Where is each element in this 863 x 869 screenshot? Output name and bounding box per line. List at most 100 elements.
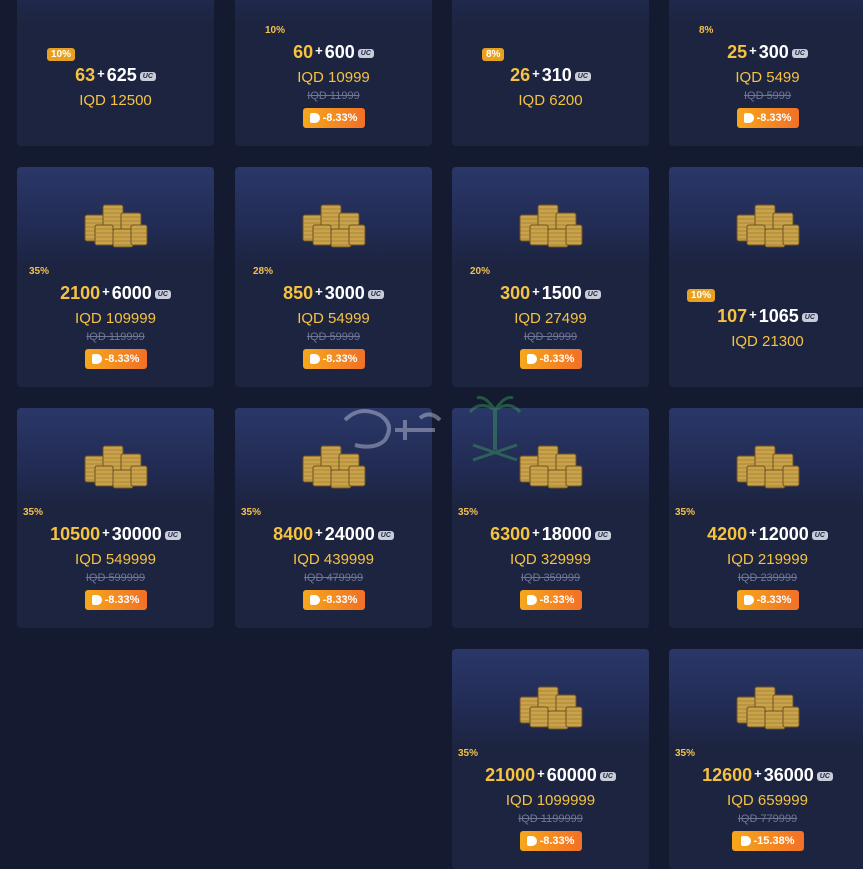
plus-sign: +: [532, 525, 540, 540]
base-uc-amount: 8400: [273, 524, 314, 544]
uc-package-card[interactable]: 35% 21000 +60000 UC IQD 1099999 IQD 1199999 -8…: [452, 649, 649, 869]
uc-amount: 63 +625 UC: [17, 65, 214, 86]
uc-package-card[interactable]: 8% 25 +300 UC IQD 5499 IQD 5999 -8.33%: [669, 0, 863, 146]
tag-icon: [309, 354, 320, 364]
uc-coin-pile-icon: [84, 204, 148, 248]
uc-package-card[interactable]: 35% 12600 +36000 UC IQD 659999 IQD 779999 -15.…: [669, 649, 863, 869]
uc-coin-pile-icon: [736, 204, 800, 248]
price-label: IQD 21300: [731, 333, 804, 350]
uc-currency-icon: UC: [574, 72, 591, 81]
plus-sign: +: [102, 525, 110, 540]
uc-amount: 8400 +24000 UC: [235, 524, 432, 545]
watermark-logo: [343, 396, 522, 462]
bonus-percent-badge: 35%: [675, 748, 696, 759]
discount-text: -8.33%: [539, 835, 575, 847]
uc-coin-pile-icon: [736, 686, 800, 730]
uc-currency-icon: UC: [811, 531, 828, 540]
tag-icon: [526, 836, 537, 846]
uc-currency-icon: UC: [816, 772, 833, 781]
bonus-uc-amount: 24000: [324, 524, 375, 544]
uc-amount: 2100 +6000 UC: [17, 283, 214, 304]
plus-sign: +: [97, 66, 105, 81]
uc-currency-icon: UC: [599, 772, 616, 781]
card-header-glow: [17, 0, 214, 26]
price-label: IQD 27499: [514, 310, 587, 327]
discount-badge: -8.33%: [519, 831, 582, 851]
uc-package-card[interactable]: 28% 850 +3000 UC IQD 54999 IQD 59999 -8.33%: [235, 167, 432, 387]
tag-icon: [740, 836, 751, 846]
price-label: IQD 549999: [75, 551, 156, 568]
card-header-glow: [452, 0, 649, 26]
uc-package-card[interactable]: 35% 2100 +6000 UC IQD 109999 IQD 119999 -8.33%: [17, 167, 214, 387]
price-label: IQD 109999: [75, 310, 156, 327]
uc-currency-icon: UC: [791, 49, 808, 58]
original-price: IQD 11999: [307, 90, 360, 102]
uc-currency-icon: UC: [584, 290, 601, 299]
discount-text: -8.33%: [756, 112, 792, 124]
base-uc-amount: 6300: [490, 524, 531, 544]
price-label: IQD 659999: [727, 792, 808, 809]
uc-currency-icon: UC: [164, 531, 181, 540]
base-uc-amount: 26: [510, 65, 531, 85]
uc-currency-icon: UC: [154, 290, 171, 299]
discount-badge: -8.33%: [519, 590, 582, 610]
discount-badge: -15.38%: [731, 831, 804, 851]
bonus-percent-badge: 35%: [23, 507, 44, 518]
base-uc-amount: 21000: [485, 765, 536, 785]
plus-sign: +: [532, 66, 540, 81]
bonus-uc-amount: 60000: [546, 765, 597, 785]
bonus-percent-badge: 35%: [241, 507, 262, 518]
uc-package-card[interactable]: 10% 63 +625 UC IQD 12500: [17, 0, 214, 146]
uc-package-card[interactable]: 35% 4200 +12000 UC IQD 219999 IQD 239999 -8.33…: [669, 408, 863, 628]
plus-sign: +: [749, 43, 757, 58]
bonus-uc-amount: 12000: [758, 524, 809, 544]
palm-icon: [468, 396, 522, 462]
bonus-uc-amount: 600: [324, 42, 355, 62]
uc-package-card[interactable]: 35% 10500 +30000 UC IQD 549999 IQD 599999 -8.3…: [17, 408, 214, 628]
tag-icon: [309, 595, 320, 605]
original-price: IQD 59999: [306, 331, 361, 343]
bonus-uc-amount: 6000: [111, 283, 152, 303]
discount-text: -8.33%: [322, 594, 358, 606]
bonus-percent-badge: 35%: [29, 266, 50, 277]
uc-coin-pile-icon: [736, 445, 800, 489]
bonus-percent-badge: 20%: [470, 266, 491, 277]
uc-amount: 300 +1500 UC: [452, 283, 649, 304]
bonus-uc-amount: 310: [541, 65, 572, 85]
uc-coin-pile-icon: [302, 204, 366, 248]
uc-currency-icon: UC: [357, 49, 374, 58]
base-uc-amount: 60: [293, 42, 314, 62]
base-uc-amount: 850: [283, 283, 314, 303]
tag-icon: [743, 595, 754, 605]
bonus-percent-badge: 35%: [458, 748, 479, 759]
base-uc-amount: 63: [75, 65, 96, 85]
bonus-uc-amount: 1500: [541, 283, 582, 303]
bonus-percent-badge: 10%: [687, 289, 716, 302]
price-label: IQD 439999: [293, 551, 374, 568]
original-price: IQD 1199999: [518, 813, 583, 825]
uc-package-card[interactable]: 10% 60 +600 UC IQD 10999 IQD 11999 -8.33%: [235, 0, 432, 146]
tag-icon: [91, 595, 102, 605]
bonus-percent-badge: 10%: [47, 48, 76, 61]
uc-package-card[interactable]: 10% 107 +1065 UC IQD 21300: [669, 167, 863, 387]
original-price: IQD 779999: [737, 813, 798, 825]
plus-sign: +: [537, 766, 545, 781]
original-price: IQD 239999: [737, 572, 798, 584]
discount-badge: -8.33%: [302, 108, 365, 128]
discount-badge: -8.33%: [302, 349, 365, 369]
uc-coin-pile-icon: [84, 445, 148, 489]
tag-icon: [91, 354, 102, 364]
bonus-uc-amount: 3000: [324, 283, 365, 303]
bonus-uc-amount: 625: [106, 65, 137, 85]
price-label: IQD 12500: [79, 92, 152, 109]
card-header-glow: [235, 0, 432, 26]
discount-text: -8.33%: [756, 594, 792, 606]
plus-sign: +: [532, 284, 540, 299]
base-uc-amount: 107: [717, 306, 748, 326]
uc-package-card[interactable]: 20% 300 +1500 UC IQD 27499 IQD 29999 -8.33%: [452, 167, 649, 387]
uc-package-card[interactable]: 8% 26 +310 UC IQD 6200: [452, 0, 649, 146]
uc-currency-icon: UC: [139, 72, 156, 81]
discount-badge: -8.33%: [302, 590, 365, 610]
uc-amount: 12600 +36000 UC: [669, 765, 863, 786]
uc-currency-icon: UC: [377, 531, 394, 540]
